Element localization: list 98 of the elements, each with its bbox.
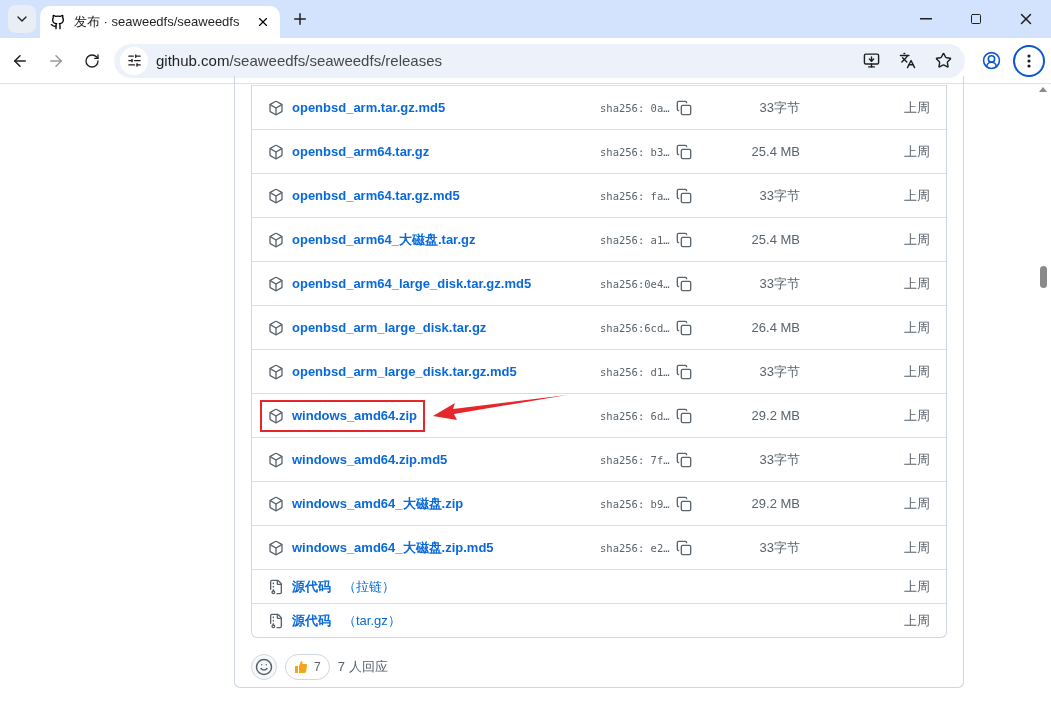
close-icon[interactable] [256,15,270,29]
minimize-icon [920,18,932,20]
url-text: github.com/seaweedfs/seaweedfs/releases [156,52,443,69]
asset-link[interactable]: windows_amd64.zip [292,408,417,423]
asset-date: 上周 [904,318,930,337]
tab-title: 发布 · seaweedfs/seaweedfs [74,13,241,31]
sha256-digest: sha256: fa… [600,189,671,202]
file-size: 33字节 [758,98,800,117]
file-size: 33字节 [758,362,800,381]
reaction-summary: 7 人回应 [337,658,388,676]
zip-file-icon [268,612,284,629]
file-size: 29.2 MB [750,496,800,511]
file-size: 26.4 MB [750,320,800,335]
copy-icon[interactable] [676,187,692,204]
profile-icon [981,51,1001,70]
asset-date: 上周 [904,362,930,381]
archive-format: （拉链） [343,577,395,596]
asset-link[interactable]: openbsd_arm64.tar.gz [292,144,430,159]
archive-format: （tar.gz） [343,611,401,630]
package-icon [268,275,284,292]
monitor-download-icon [862,52,880,69]
maximize-icon [970,13,982,25]
package-icon [268,407,284,424]
source-code-link[interactable]: 源代码 [292,577,331,596]
copy-icon[interactable] [676,407,692,424]
file-size: 29.2 MB [750,408,800,423]
sha256-digest: sha256: e2… [600,541,671,554]
copy-icon[interactable] [676,363,692,380]
sha256-digest: sha256: d1… [600,365,671,378]
package-icon [268,143,284,160]
package-icon [268,319,284,336]
asset-date: 上周 [904,577,930,596]
sliders-icon [126,53,142,68]
asset-link[interactable]: openbsd_arm64_大磁盘.tar.gz [292,230,476,249]
menu-icon [1027,53,1031,68]
plus-icon [291,10,309,28]
copy-icon[interactable] [676,539,692,556]
asset-link[interactable]: windows_amd64_大磁盘.zip [292,494,464,513]
star-icon [934,52,952,69]
zip-file-icon [268,578,284,595]
asset-date: 上周 [904,538,930,557]
sha256-digest: sha256: b3… [600,145,671,158]
address-bar[interactable]: github.com/seaweedfs/seaweedfs/releases [114,43,965,78]
site-settings-button[interactable] [120,46,148,75]
sha256-digest: sha256:0e4… [600,277,671,290]
asset-date: 上周 [904,406,930,425]
asset-date: 上周 [904,450,930,469]
package-icon [268,451,284,468]
copy-icon[interactable] [676,275,692,292]
copy-icon[interactable] [676,143,692,160]
asset-date: 上周 [904,494,930,513]
asset-date: 上周 [904,98,930,117]
package-icon [268,187,284,204]
sha256-digest: sha256: 6d… [600,409,671,422]
file-size: 33字节 [758,538,800,557]
file-size: 25.4 MB [750,144,800,159]
asset-date: 上周 [904,142,930,161]
asset-link[interactable]: windows_amd64_大磁盘.zip.md5 [292,538,494,557]
asset-link[interactable]: openbsd_arm64_large_disk.tar.gz.md5 [292,276,532,291]
asset-date: 上周 [904,274,930,293]
thumbs-up-icon [294,660,308,674]
asset-date: 上周 [904,230,930,249]
file-size: 33字节 [758,274,800,293]
file-size: 33字节 [758,186,800,205]
translate-icon [898,52,916,69]
add-reaction-button[interactable] [251,654,277,680]
sha256-digest: sha256: a1… [600,233,671,246]
sha256-digest: sha256: 7f… [600,453,671,466]
asset-link[interactable]: openbsd_arm.tar.gz.md5 [292,100,446,115]
copy-icon[interactable] [676,231,692,248]
copy-icon[interactable] [676,319,692,336]
asset-date: 上周 [904,186,930,205]
asset-link[interactable]: openbsd_arm64.tar.gz.md5 [292,188,460,203]
thumbs-up-reaction[interactable]: 7 [285,654,330,680]
asset-link[interactable]: openbsd_arm_large_disk.tar.gz [292,320,487,335]
tab-search-button[interactable] [8,5,36,33]
package-icon [268,99,284,116]
sha256-digest: sha256: b9… [600,497,671,510]
package-icon [268,363,284,380]
copy-icon[interactable] [676,495,692,512]
asset-link[interactable]: windows_amd64.zip.md5 [292,452,448,467]
copy-icon[interactable] [676,99,692,116]
sha256-digest: sha256:6cd… [600,321,671,334]
package-icon [268,231,284,248]
github-icon [50,14,66,30]
asset-link[interactable]: openbsd_arm_large_disk.tar.gz.md5 [292,364,517,379]
copy-icon[interactable] [676,451,692,468]
file-size: 25.4 MB [750,232,800,247]
menu-button[interactable] [1013,44,1045,77]
package-icon [268,539,284,556]
smiley-icon [255,658,273,676]
file-size: 33字节 [758,450,800,469]
browser-tab[interactable]: 发布 · seaweedfs/seaweedfs [40,6,280,38]
source-code-link[interactable]: 源代码 [292,611,331,630]
package-icon [268,495,284,512]
reload-icon [84,52,100,69]
sha256-digest: sha256: 0a… [600,101,671,114]
asset-date: 上周 [904,611,930,630]
